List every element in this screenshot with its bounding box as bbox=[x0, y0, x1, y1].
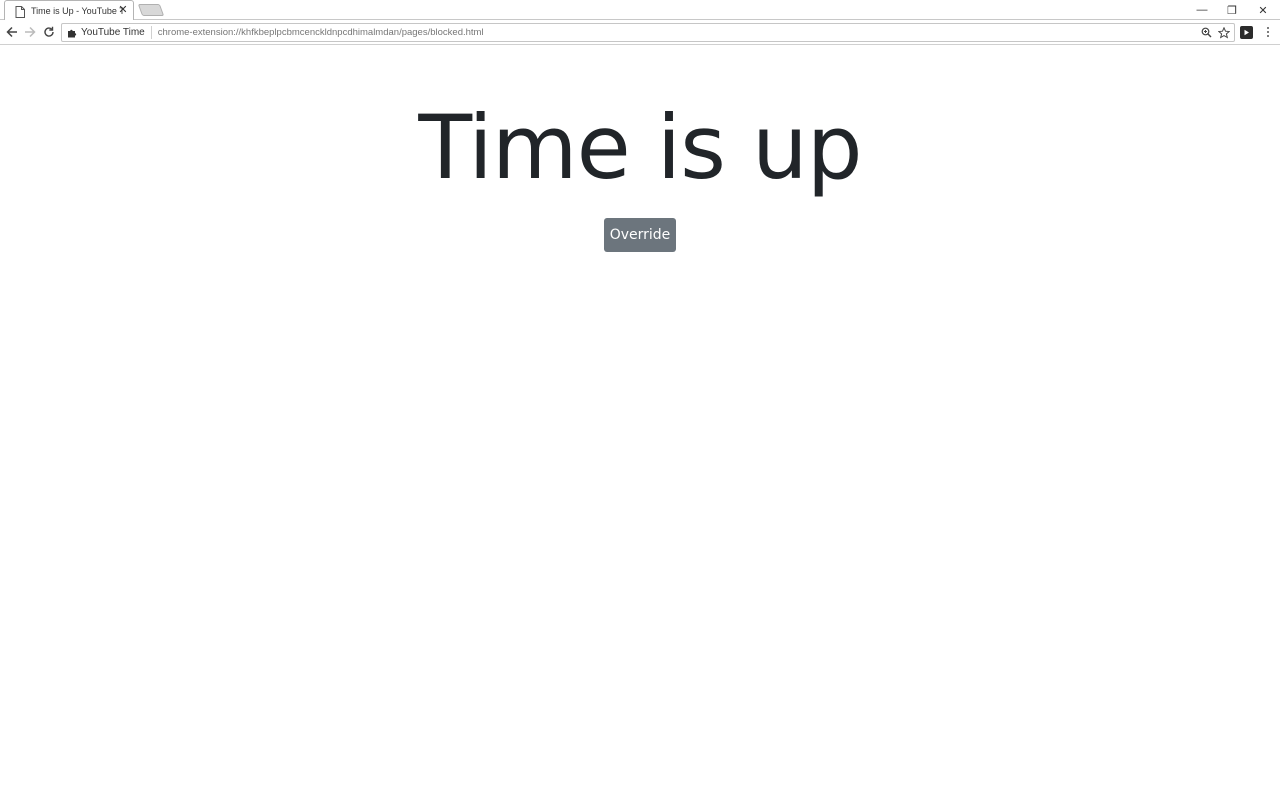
new-tab-button[interactable] bbox=[137, 4, 165, 16]
back-arrow-icon bbox=[6, 26, 17, 38]
restore-icon: ❐ bbox=[1227, 4, 1237, 17]
window-close-button[interactable]: ✕ bbox=[1248, 0, 1278, 20]
address-bar[interactable]: YouTube Time chrome-extension://khfkbepl… bbox=[61, 23, 1235, 42]
menu-dot-icon bbox=[1267, 35, 1269, 37]
star-icon[interactable] bbox=[1218, 26, 1230, 39]
restore-button[interactable]: ❐ bbox=[1217, 0, 1247, 20]
reload-icon bbox=[44, 26, 54, 37]
tab-title: Time is Up - YouTube Ti bbox=[31, 5, 123, 16]
tab-close-icon[interactable]: ✕ bbox=[117, 4, 129, 16]
forward-arrow-icon bbox=[25, 26, 36, 38]
zoom-icon[interactable] bbox=[1200, 26, 1212, 39]
play-icon bbox=[1244, 29, 1249, 36]
reload-button[interactable] bbox=[41, 24, 57, 40]
url-text[interactable]: chrome-extension://khfkbeplpcbmcenckldnp… bbox=[152, 27, 484, 38]
extension-toolbar-button[interactable] bbox=[1240, 26, 1253, 39]
browser-toolbar: YouTube Time chrome-extension://khfkbepl… bbox=[0, 20, 1280, 45]
extension-chip-label: YouTube Time bbox=[81, 27, 145, 38]
page-icon bbox=[15, 5, 25, 18]
puzzle-icon bbox=[68, 29, 77, 37]
menu-dot-icon bbox=[1267, 27, 1269, 29]
minimize-icon: — bbox=[1196, 4, 1208, 16]
page-content: Time is up Override bbox=[0, 46, 1280, 800]
menu-dot-icon bbox=[1267, 31, 1269, 33]
window-close-icon: ✕ bbox=[1258, 4, 1268, 17]
forward-button[interactable] bbox=[22, 24, 38, 40]
override-button[interactable]: Override bbox=[604, 218, 676, 252]
minimize-button[interactable]: — bbox=[1187, 0, 1217, 20]
page-title: Time is up bbox=[418, 96, 862, 199]
browser-tab[interactable]: Time is Up - YouTube Ti ✕ bbox=[4, 0, 134, 20]
browser-menu-button[interactable] bbox=[1262, 24, 1274, 40]
back-button[interactable] bbox=[4, 24, 20, 40]
tab-strip: Time is Up - YouTube Ti ✕ — ❐ ✕ bbox=[0, 0, 1280, 20]
extension-chip[interactable]: YouTube Time bbox=[62, 26, 152, 39]
